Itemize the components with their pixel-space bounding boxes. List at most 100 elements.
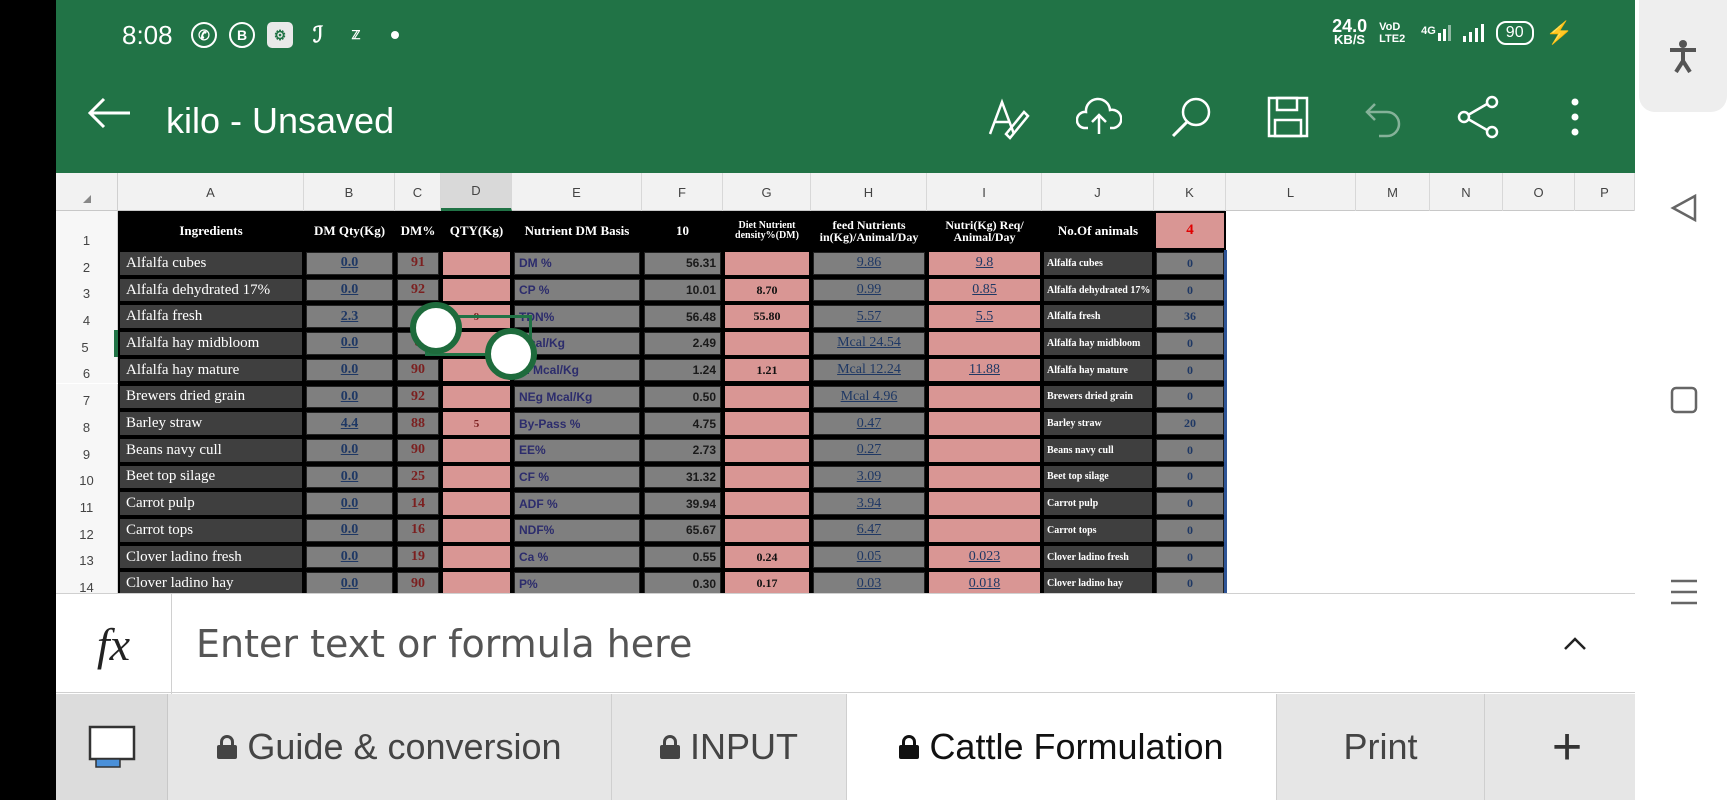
cell-a12[interactable]: Carrot tops: [120, 519, 302, 542]
cell-b2[interactable]: 0.0: [306, 252, 393, 275]
cell-k12[interactable]: 0: [1156, 519, 1224, 542]
cell-h12[interactable]: 6.47: [813, 519, 925, 542]
add-sheet-button[interactable]: +: [1499, 694, 1635, 800]
cell-k13[interactable]: 0: [1156, 545, 1224, 569]
cell-i2[interactable]: 9.8: [929, 252, 1040, 275]
cell-j3[interactable]: Alfalfa dehydrated 17%: [1044, 278, 1152, 302]
cell-f12[interactable]: 65.67: [644, 519, 721, 542]
cell-d10[interactable]: [443, 465, 510, 489]
cell-d12[interactable]: [443, 519, 510, 542]
cell-i7[interactable]: [929, 385, 1040, 409]
header-cell-g[interactable]: Diet Nutrient density%(DM): [725, 213, 809, 248]
row-header-13[interactable]: 13: [56, 543, 118, 571]
header-cell-k[interactable]: 4: [1156, 213, 1224, 248]
cell-h6[interactable]: Mcal 12.24: [813, 358, 925, 382]
share-icon[interactable]: [1456, 94, 1502, 140]
cell-d9[interactable]: [443, 438, 510, 462]
cell-i13[interactable]: 0.023: [929, 545, 1040, 569]
cell-k8[interactable]: 20: [1156, 412, 1224, 435]
cell-b3[interactable]: 0.0: [306, 278, 393, 302]
cell-c2[interactable]: 91: [397, 252, 439, 275]
more-options-icon[interactable]: [1552, 94, 1598, 140]
header-cell-c[interactable]: DM%: [397, 213, 439, 248]
cell-g6[interactable]: 1.21: [725, 358, 809, 382]
cell-f9[interactable]: 2.73: [644, 438, 721, 462]
cell-c3[interactable]: 92: [397, 278, 439, 302]
row-header-9[interactable]: 9: [56, 436, 118, 464]
header-cell-j[interactable]: No.Of animals: [1044, 213, 1152, 248]
cell-f11[interactable]: 39.94: [644, 492, 721, 515]
cell-d3[interactable]: [443, 278, 510, 302]
cell-k3[interactable]: 0: [1156, 278, 1224, 302]
cell-k4[interactable]: 36: [1156, 305, 1224, 329]
cell-d7[interactable]: [443, 385, 510, 409]
cell-g4[interactable]: 55.80: [725, 305, 809, 329]
cell-d8[interactable]: 5: [443, 412, 510, 435]
cell-g2[interactable]: [725, 252, 809, 275]
cell-c13[interactable]: 19: [397, 545, 439, 569]
cell-f3[interactable]: 10.01: [644, 278, 721, 302]
column-header-i[interactable]: I: [927, 173, 1042, 211]
row-header-7[interactable]: 7: [56, 383, 118, 411]
column-header-m[interactable]: M: [1356, 173, 1430, 211]
accessibility-icon[interactable]: [1639, 0, 1727, 112]
cell-g14[interactable]: 0.17: [725, 572, 809, 593]
cell-h14[interactable]: 0.03: [813, 572, 925, 593]
cell-b10[interactable]: 0.0: [306, 465, 393, 489]
cell-f10[interactable]: 31.32: [644, 465, 721, 489]
cell-b6[interactable]: 0.0: [306, 358, 393, 382]
cloud-upload-icon[interactable]: [1075, 94, 1123, 140]
cell-k2[interactable]: 0: [1156, 252, 1224, 275]
tab-print[interactable]: Print: [1277, 694, 1485, 800]
save-icon[interactable]: [1265, 94, 1311, 140]
cell-d2[interactable]: [443, 252, 510, 275]
cell-h7[interactable]: Mcal 4.96: [813, 385, 925, 409]
cell-c14[interactable]: 90: [397, 572, 439, 593]
column-header-k[interactable]: K: [1154, 173, 1226, 211]
column-header-d[interactable]: D: [441, 173, 512, 211]
cell-a5[interactable]: Alfalfa hay midbloom: [120, 332, 302, 355]
cell-e4[interactable]: TDN%: [514, 305, 640, 329]
cell-g8[interactable]: [725, 412, 809, 435]
cell-k10[interactable]: 0: [1156, 465, 1224, 489]
cell-i11[interactable]: [929, 492, 1040, 515]
row-header-2[interactable]: 2: [56, 250, 118, 277]
selection-end-handle[interactable]: [485, 328, 537, 380]
cell-g11[interactable]: [725, 492, 809, 515]
cell-e12[interactable]: NDF%: [514, 519, 640, 542]
cell-a10[interactable]: Beet top silage: [120, 465, 302, 489]
cell-g9[interactable]: [725, 438, 809, 462]
cell-e14[interactable]: P%: [514, 572, 640, 593]
cell-h13[interactable]: 0.05: [813, 545, 925, 569]
header-cell-b[interactable]: DM Qty(Kg): [306, 213, 393, 248]
cell-a3[interactable]: Alfalfa dehydrated 17%: [120, 278, 302, 302]
cell-a6[interactable]: Alfalfa hay mature: [120, 358, 302, 382]
cell-e3[interactable]: CP %: [514, 278, 640, 302]
cell-i12[interactable]: [929, 519, 1040, 542]
row-header-5[interactable]: 5: [56, 330, 118, 357]
cell-a11[interactable]: Carrot pulp: [120, 492, 302, 515]
cell-d13[interactable]: [443, 545, 510, 569]
document-title[interactable]: kilo - Unsaved: [166, 100, 394, 142]
header-cell-i[interactable]: Nutri(Kg) Req/ Animal/Day: [929, 213, 1040, 248]
cell-j11[interactable]: Carrot pulp: [1044, 492, 1152, 515]
cell-c10[interactable]: 25: [397, 465, 439, 489]
cell-i14[interactable]: 0.018: [929, 572, 1040, 593]
column-header-e[interactable]: E: [512, 173, 642, 211]
cell-c6[interactable]: 90: [397, 358, 439, 382]
cell-i3[interactable]: 0.85: [929, 278, 1040, 302]
cell-b12[interactable]: 0.0: [306, 519, 393, 542]
cell-k14[interactable]: 0: [1156, 572, 1224, 593]
cell-g3[interactable]: 8.70: [725, 278, 809, 302]
chevron-up-icon[interactable]: [1563, 632, 1587, 656]
column-header-l[interactable]: L: [1226, 173, 1356, 211]
cell-j10[interactable]: Beet top silage: [1044, 465, 1152, 489]
nav-back-icon[interactable]: [1669, 193, 1699, 223]
cell-h11[interactable]: 3.94: [813, 492, 925, 515]
selection-start-handle[interactable]: [410, 302, 462, 354]
cell-h2[interactable]: 9.86: [813, 252, 925, 275]
cell-j7[interactable]: Brewers dried grain: [1044, 385, 1152, 409]
cell-h10[interactable]: 3.09: [813, 465, 925, 489]
row-header-8[interactable]: 8: [56, 410, 118, 437]
cell-f5[interactable]: 2.49: [644, 332, 721, 355]
